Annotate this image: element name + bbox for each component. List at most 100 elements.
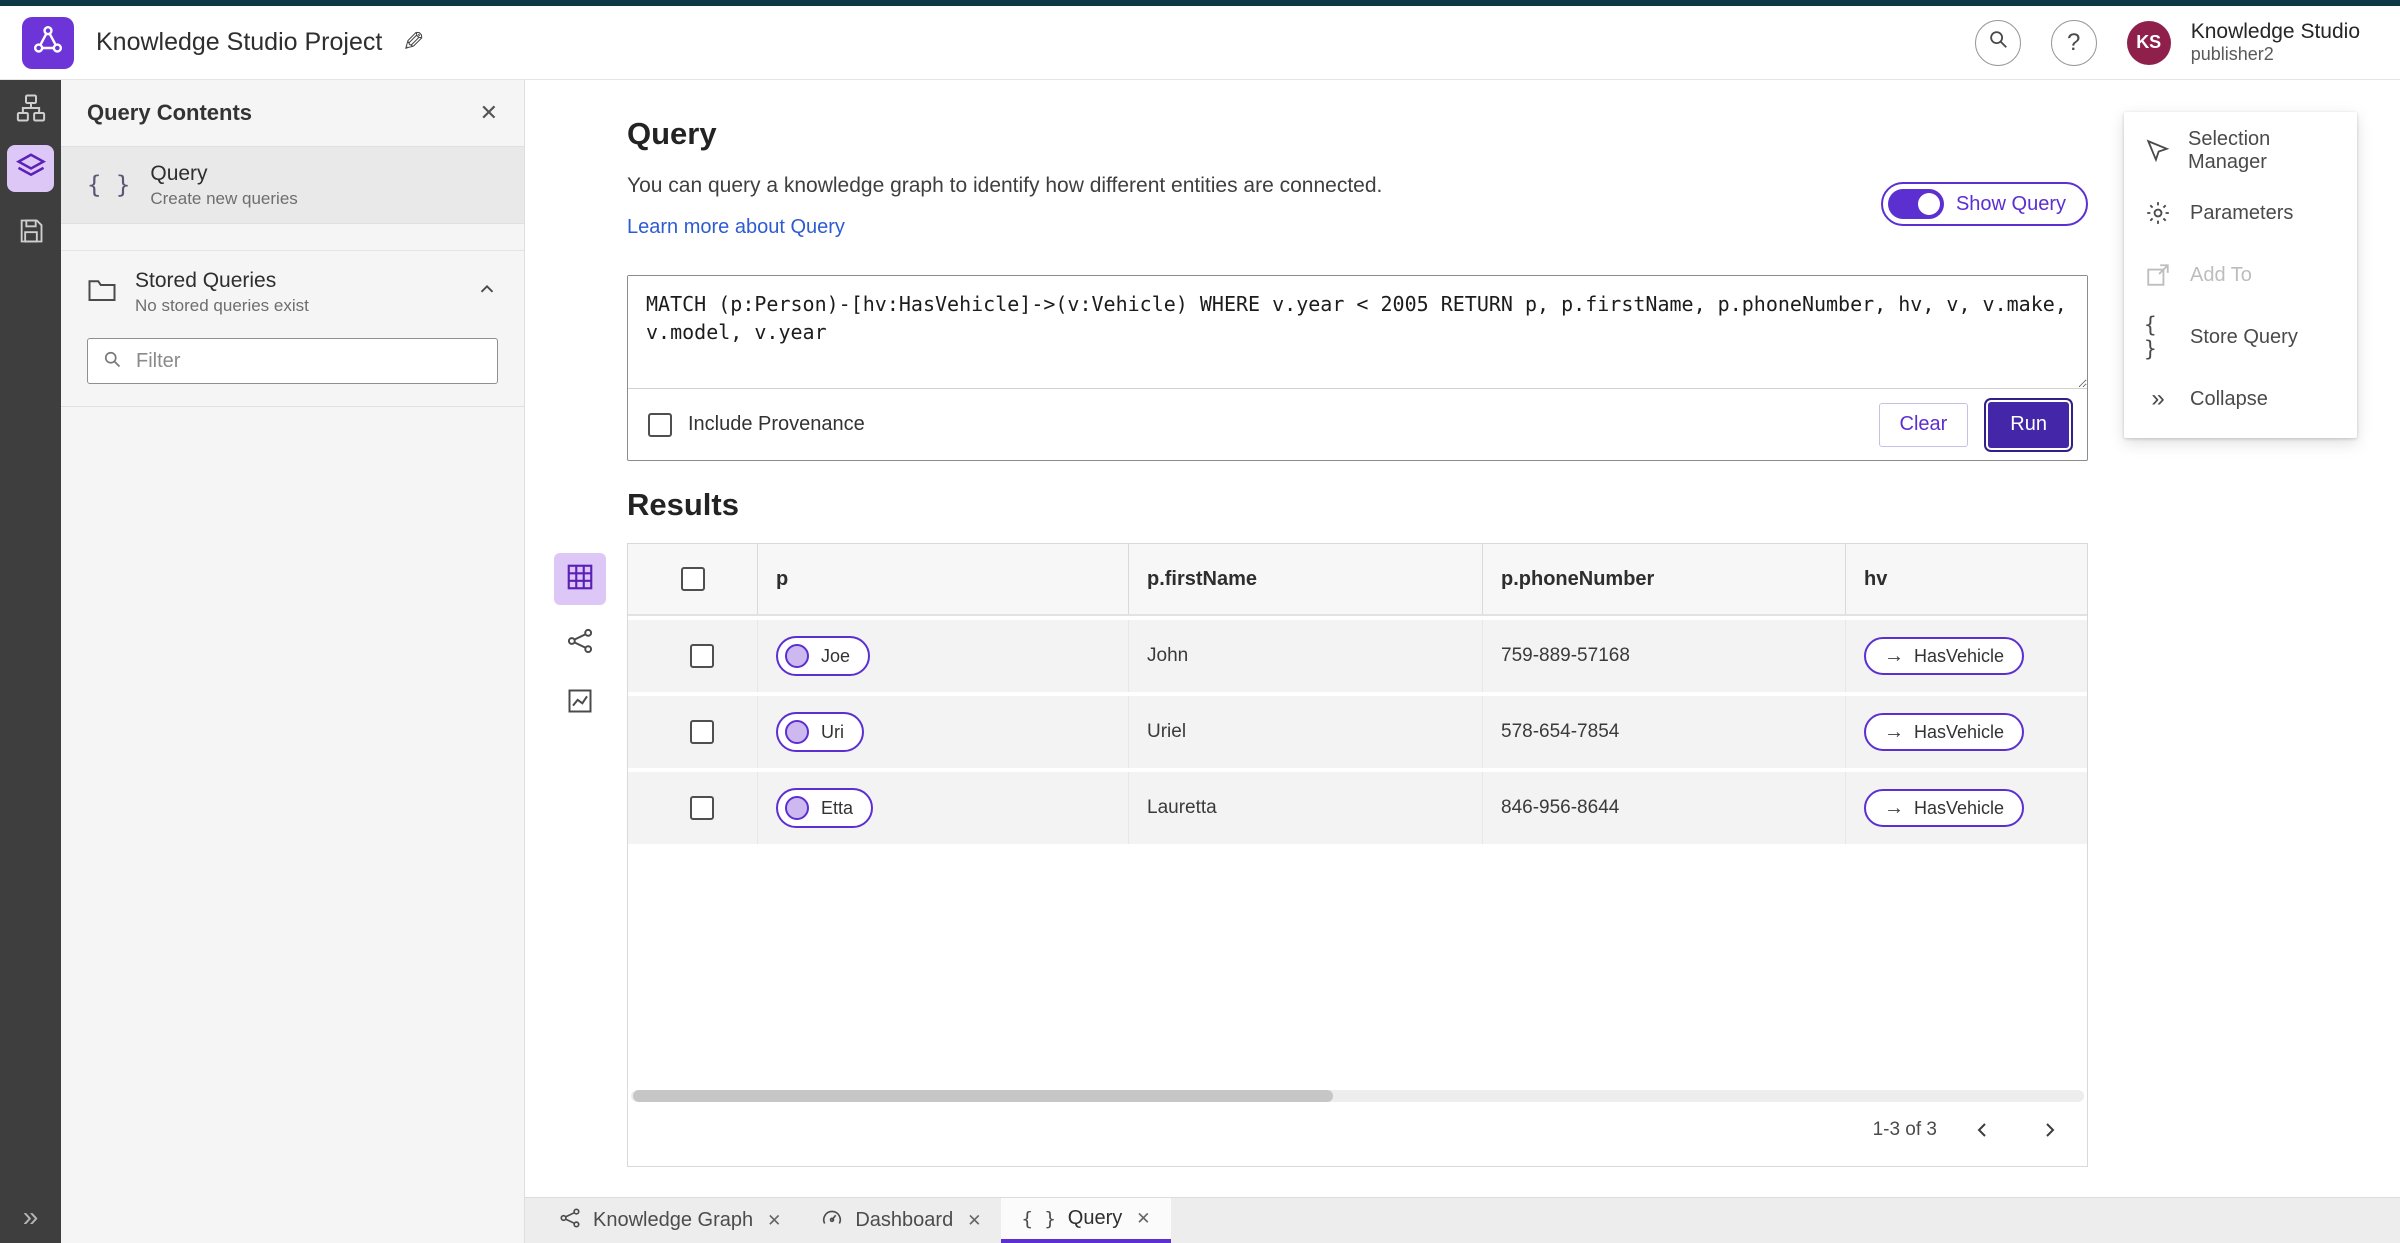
table-row[interactable]: Etta Lauretta 846-956-8644 → HasVehicle bbox=[628, 772, 2087, 844]
results-container: p p.firstName p.phoneNumber hv Joe John … bbox=[627, 543, 2088, 1167]
collapse-label: Collapse bbox=[2190, 387, 2268, 410]
edge-label: HasVehicle bbox=[1914, 645, 2005, 666]
query-page-title: Query bbox=[627, 116, 717, 151]
node-dot-icon bbox=[785, 644, 809, 668]
collapse-item[interactable]: » Collapse bbox=[2124, 368, 2357, 430]
query-item[interactable]: { } Query Create new queries bbox=[61, 146, 524, 224]
parameters-item[interactable]: Parameters bbox=[2124, 182, 2357, 244]
save-rail-button[interactable] bbox=[7, 210, 54, 257]
edit-project-name-icon[interactable]: ✎ bbox=[402, 27, 425, 58]
cell-phone: 846-956-8644 bbox=[1483, 772, 1846, 844]
show-query-toggle[interactable]: Show Query bbox=[1880, 182, 2088, 226]
cell-firstname: John bbox=[1129, 620, 1483, 692]
left-icon-rail: » bbox=[0, 80, 61, 1243]
app-header: Knowledge Studio Project ✎ ? KS Knowledg… bbox=[0, 6, 2400, 80]
select-all-checkbox[interactable] bbox=[680, 567, 705, 591]
column-header-hv[interactable]: hv bbox=[1846, 544, 2087, 614]
node-pill[interactable]: Etta bbox=[776, 788, 874, 828]
selection-manager-item[interactable]: Selection Manager bbox=[2124, 120, 2357, 182]
horizontal-scrollbar[interactable] bbox=[631, 1090, 2084, 1102]
query-contents-panel: Query Contents ✕ { } Query Create new qu… bbox=[61, 80, 525, 1243]
table-row[interactable]: Joe John 759-889-57168 → HasVehicle bbox=[628, 620, 2087, 692]
pagination: 1-3 of 3 bbox=[1873, 1104, 2069, 1156]
help-icon: ? bbox=[2067, 28, 2081, 56]
header-actions: ? KS Knowledge Studio publisher2 bbox=[1974, 19, 2360, 66]
row-checkbox[interactable] bbox=[689, 644, 714, 668]
toggle-switch-on[interactable] bbox=[1887, 189, 1944, 219]
previous-page-button[interactable] bbox=[1963, 1110, 2003, 1150]
folder-icon bbox=[87, 275, 117, 310]
tab-knowledge-graph[interactable]: Knowledge Graph ✕ bbox=[539, 1198, 801, 1243]
query-item-label: Query bbox=[150, 161, 208, 185]
toggle-knob bbox=[1917, 193, 1940, 215]
run-button[interactable]: Run bbox=[1988, 401, 2069, 448]
clear-button[interactable]: Clear bbox=[1878, 402, 1969, 447]
pagination-range: 1-3 of 3 bbox=[1872, 1119, 1937, 1140]
arrow-right-icon: → bbox=[1884, 796, 1904, 819]
stored-query-filter bbox=[87, 338, 498, 384]
tab-close-icon[interactable]: ✕ bbox=[1136, 1209, 1150, 1229]
queries-rail-button[interactable] bbox=[7, 145, 54, 192]
filter-input[interactable] bbox=[134, 348, 483, 374]
user-name: publisher2 bbox=[2190, 44, 2274, 65]
tab-label: Query bbox=[1067, 1207, 1123, 1229]
node-label: Uri bbox=[821, 721, 844, 742]
search-button[interactable] bbox=[1974, 19, 2021, 66]
save-icon bbox=[17, 217, 45, 250]
edge-pill[interactable]: → HasVehicle bbox=[1864, 713, 2025, 751]
column-header-p[interactable]: p bbox=[758, 544, 1129, 614]
braces-icon: { } bbox=[87, 171, 131, 199]
help-button[interactable]: ? bbox=[2050, 19, 2097, 66]
braces-icon: { } bbox=[1021, 1207, 1056, 1230]
expand-rail-button[interactable]: » bbox=[0, 1201, 61, 1233]
graph-view-button[interactable] bbox=[558, 621, 602, 665]
cell-firstname: Uriel bbox=[1129, 696, 1483, 768]
chart-view-icon bbox=[566, 687, 594, 720]
node-pill[interactable]: Uri bbox=[776, 712, 864, 752]
query-code-input[interactable]: MATCH (p:Person)-[hv:HasVehicle]->(v:Veh… bbox=[628, 276, 2087, 388]
table-view-button[interactable] bbox=[554, 553, 606, 605]
panel-title: Query Contents bbox=[87, 100, 253, 125]
knowledge-graph-icon bbox=[559, 1207, 581, 1235]
learn-more-link[interactable]: Learn more about Query bbox=[627, 216, 845, 239]
edge-label: HasVehicle bbox=[1914, 721, 2005, 742]
edge-pill[interactable]: → HasVehicle bbox=[1864, 789, 2025, 827]
next-page-button[interactable] bbox=[2029, 1110, 2069, 1150]
tab-close-icon[interactable]: ✕ bbox=[767, 1211, 781, 1231]
table-row[interactable]: Uri Uriel 578-654-7854 → HasVehicle bbox=[628, 696, 2087, 768]
layers-icon bbox=[15, 151, 46, 186]
tab-query[interactable]: { } Query ✕ bbox=[1001, 1198, 1171, 1243]
query-description: You can query a knowledge graph to ident… bbox=[627, 174, 1383, 197]
stored-queries-header[interactable]: Stored Queries No stored queries exist bbox=[61, 251, 524, 330]
user-avatar[interactable]: KS bbox=[2126, 20, 2171, 65]
project-title: Knowledge Studio Project bbox=[96, 28, 383, 56]
result-view-tools bbox=[552, 553, 608, 725]
query-editor: MATCH (p:Person)-[hv:HasVehicle]->(v:Veh… bbox=[627, 275, 2088, 461]
include-provenance-checkbox[interactable] bbox=[648, 412, 672, 437]
row-checkbox[interactable] bbox=[689, 796, 714, 820]
tab-close-icon[interactable]: ✕ bbox=[967, 1211, 981, 1231]
store-query-item[interactable]: { } Store Query bbox=[2124, 306, 2357, 368]
query-item-description: Create new queries bbox=[150, 188, 298, 208]
document-tab-bar: Knowledge Graph ✕ Dashboard ✕ { } Query … bbox=[525, 1197, 2400, 1243]
row-checkbox[interactable] bbox=[689, 720, 714, 744]
node-dot-icon bbox=[785, 720, 809, 744]
chart-view-button[interactable] bbox=[558, 681, 602, 725]
node-dot-icon bbox=[785, 796, 809, 820]
braces-icon: { } bbox=[2144, 313, 2157, 361]
panel-close-icon[interactable]: ✕ bbox=[480, 100, 498, 126]
network-logo-icon bbox=[32, 24, 64, 61]
app-logo[interactable] bbox=[22, 16, 74, 69]
node-pill[interactable]: Joe bbox=[776, 636, 871, 676]
chevron-up-icon[interactable] bbox=[476, 279, 498, 306]
tab-dashboard[interactable]: Dashboard ✕ bbox=[801, 1198, 1001, 1243]
query-actions-menu: Selection Manager Parameters Add To { } … bbox=[2124, 112, 2357, 438]
edge-pill[interactable]: → HasVehicle bbox=[1864, 637, 2025, 675]
results-title: Results bbox=[627, 487, 739, 522]
column-header-phone[interactable]: p.phoneNumber bbox=[1483, 544, 1846, 614]
node-label: Etta bbox=[821, 797, 854, 818]
scrollbar-thumb[interactable] bbox=[633, 1090, 1333, 1102]
column-header-firstname[interactable]: p.firstName bbox=[1129, 544, 1483, 614]
collapse-chevrons-icon: » bbox=[2151, 385, 2165, 412]
model-hierarchy-button[interactable] bbox=[7, 87, 54, 134]
